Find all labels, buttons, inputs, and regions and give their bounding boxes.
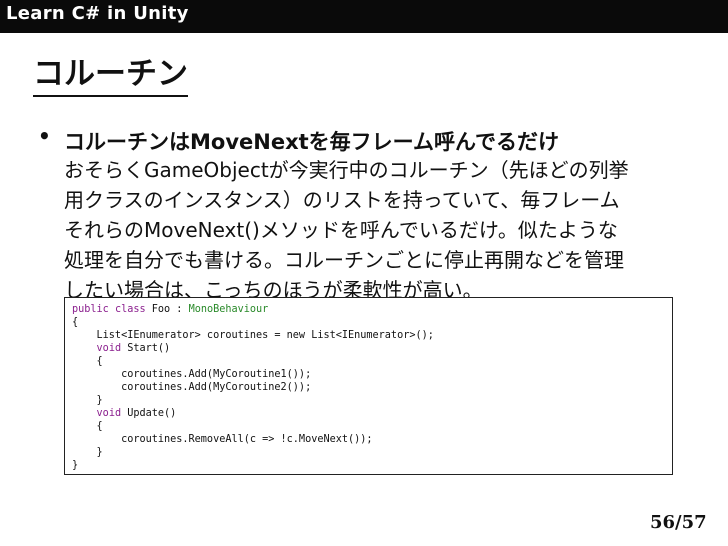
code-line: coroutines.Add(MyCoroutine1()); [72, 369, 312, 380]
code-line: { [72, 356, 103, 367]
bullet-dot-icon: • [38, 124, 51, 148]
code-keyword: void [96, 343, 122, 354]
code-line: { [72, 317, 79, 328]
code-line: } [72, 395, 103, 406]
code-line: void Update() [72, 407, 177, 420]
page-number: 56/57 [650, 512, 707, 533]
code-text: Foo : [145, 304, 189, 315]
code-text: Start() [121, 343, 171, 354]
code-text: Update() [121, 408, 177, 419]
code-line: { [72, 421, 103, 432]
code-type: MonoBehaviour [188, 304, 269, 315]
body-line: 処理を自分でも書ける。コルーチンごとに停止再開などを管理 [64, 248, 624, 272]
code-line: } [72, 447, 103, 458]
code-keyword: public [72, 304, 109, 315]
body-paragraph: おそらくGameObjectが今実行中のコルーチン（先ほどの列挙 用クラスのイン… [64, 155, 629, 305]
code-keyword: class [114, 304, 146, 315]
code-line: List<IEnumerator> coroutines = new List<… [72, 330, 434, 341]
body-line: それらのMoveNext()メソッドを呼んでいるだけ。似たような [64, 218, 618, 242]
slide-title: コルーチン [33, 55, 188, 97]
code-block: public class Foo : MonoBehaviour { List<… [64, 297, 673, 475]
code-line: coroutines.RemoveAll(c => !c.MoveNext())… [72, 434, 373, 445]
presentation-title: Learn C# in Unity [6, 3, 189, 24]
body-line: おそらくGameObjectが今実行中のコルーチン（先ほどの列挙 [64, 158, 629, 182]
code-keyword: void [96, 408, 122, 419]
code-line: coroutines.Add(MyCoroutine2()); [72, 382, 312, 393]
bullet-text: コルーチンはMoveNextを毎フレーム呼んでるだけ [64, 130, 559, 154]
header-bar: Learn C# in Unity [0, 0, 728, 33]
code-line: public class Foo : MonoBehaviour [72, 303, 268, 316]
code-line: void Start() [72, 342, 171, 355]
body-line: 用クラスのインスタンス）のリストを持っていて、毎フレーム [64, 188, 620, 212]
code-line: } [72, 460, 79, 471]
